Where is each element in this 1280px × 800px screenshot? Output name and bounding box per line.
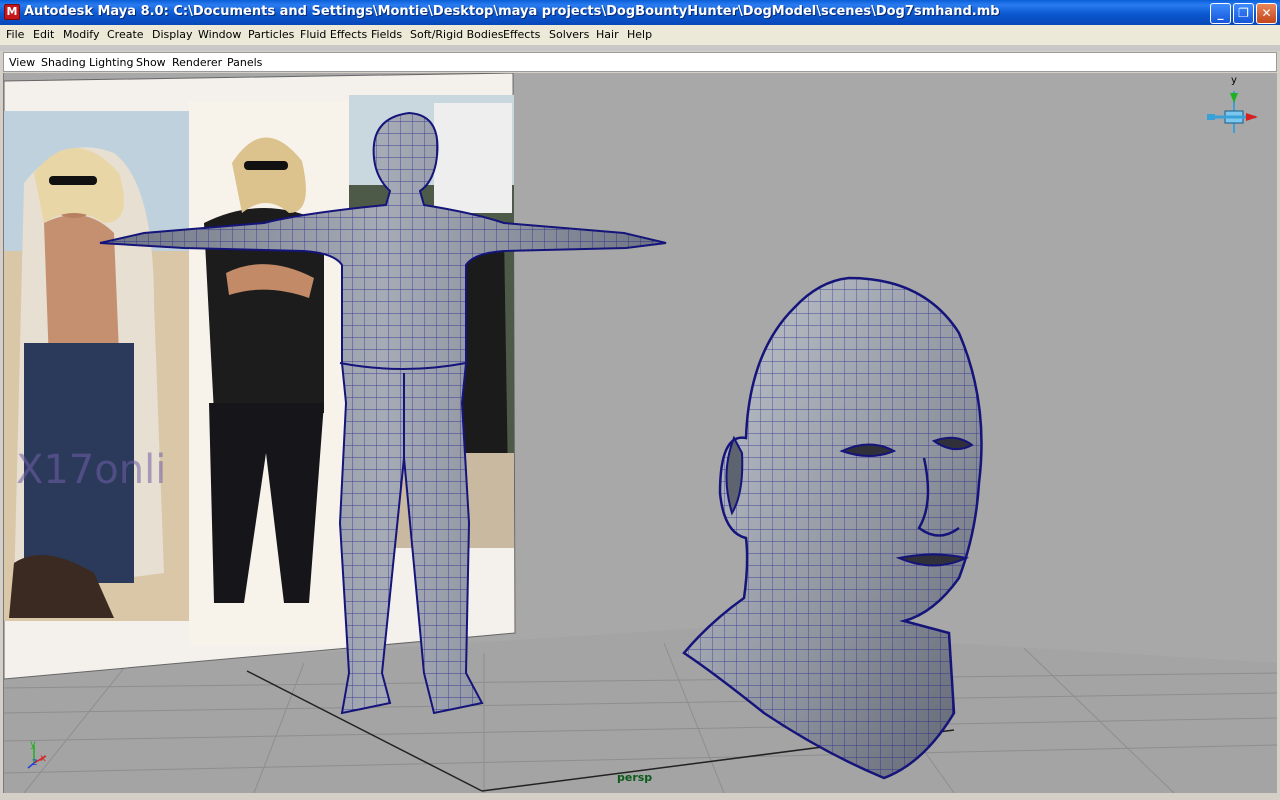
close-button[interactable]: ✕ bbox=[1256, 3, 1277, 24]
panel-menu-lighting[interactable]: Lighting bbox=[89, 56, 133, 69]
menu-soft-rigid-bodies[interactable]: Soft/Rigid Bodies bbox=[410, 28, 503, 41]
maximize-button[interactable]: ❐ bbox=[1233, 3, 1254, 24]
menu-file[interactable]: File bbox=[6, 28, 24, 41]
main-menubar: File Edit Modify Create Display Window P… bbox=[0, 25, 1280, 45]
menu-modify[interactable]: Modify bbox=[63, 28, 99, 41]
gizmo-y-label: y bbox=[1231, 75, 1237, 86]
perspective-viewport[interactable]: X17onli y y x z persp bbox=[3, 73, 1277, 793]
menu-display[interactable]: Display bbox=[152, 28, 193, 41]
axis-x-label: x bbox=[40, 753, 46, 764]
shelf-separator bbox=[0, 45, 1280, 51]
watermark-text: X17onli bbox=[16, 447, 166, 493]
panel-menu-panels[interactable]: Panels bbox=[227, 56, 262, 69]
menu-hair[interactable]: Hair bbox=[596, 28, 619, 41]
panel-menubar: View Shading Lighting Show Renderer Pane… bbox=[3, 52, 1277, 72]
minimize-button[interactable]: _ bbox=[1210, 3, 1231, 24]
camera-name-label: persp bbox=[617, 771, 652, 784]
panel-menu-show[interactable]: Show bbox=[136, 56, 166, 69]
panel-menu-shading[interactable]: Shading bbox=[41, 56, 86, 69]
title-bar[interactable]: M Autodesk Maya 8.0: C:\Documents and Se… bbox=[0, 0, 1280, 25]
menu-window[interactable]: Window bbox=[198, 28, 241, 41]
menu-effects[interactable]: Effects bbox=[503, 28, 540, 41]
menu-fluid-effects[interactable]: Fluid Effects bbox=[300, 28, 367, 41]
menu-fields[interactable]: Fields bbox=[371, 28, 402, 41]
menu-create[interactable]: Create bbox=[107, 28, 144, 41]
menu-particles[interactable]: Particles bbox=[248, 28, 294, 41]
maya-app-icon[interactable]: M bbox=[4, 4, 20, 20]
maya-window: M Autodesk Maya 8.0: C:\Documents and Se… bbox=[0, 0, 1280, 800]
menu-edit[interactable]: Edit bbox=[33, 28, 54, 41]
panel-menu-renderer[interactable]: Renderer bbox=[172, 56, 222, 69]
window-title: Autodesk Maya 8.0: C:\Documents and Sett… bbox=[24, 4, 1000, 19]
viewport-scene[interactable]: X17onli y y x z persp bbox=[4, 73, 1277, 793]
window-bottom-border bbox=[0, 793, 1280, 800]
view-axis-gizmo[interactable]: y bbox=[1207, 75, 1258, 133]
axis-y-label: y bbox=[30, 739, 36, 750]
panel-menu-view[interactable]: View bbox=[9, 56, 35, 69]
axis-z-label: z bbox=[32, 757, 37, 768]
menu-help[interactable]: Help bbox=[627, 28, 652, 41]
menu-solvers[interactable]: Solvers bbox=[549, 28, 589, 41]
